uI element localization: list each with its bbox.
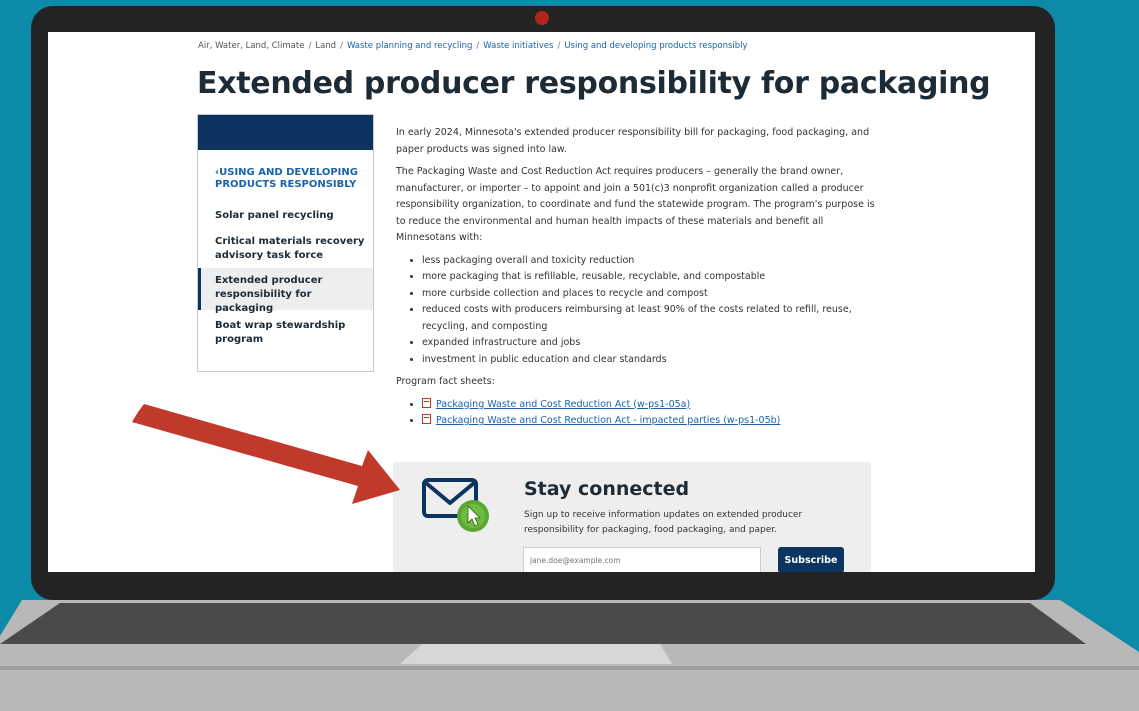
act-description-paragraph: The Packaging Waste and Cost Reduction A… (396, 166, 875, 243)
list-item: more packaging that is refillable, reusa… (422, 269, 876, 286)
stay-connected-panel: Stay connected Sign up to receive inform… (393, 462, 871, 572)
list-item: reduced costs with producers reimbursing… (422, 302, 876, 335)
sidenav-item-solar-panel-recycling[interactable]: Solar panel recycling (198, 209, 373, 223)
subscribe-button[interactable]: Subscribe (778, 547, 844, 572)
list-item: less packaging overall and toxicity redu… (422, 253, 876, 270)
benefits-list: less packaging overall and toxicity redu… (396, 253, 876, 369)
fact-sheet-link[interactable]: Packaging Waste and Cost Reduction Act -… (436, 415, 780, 426)
laptop-keyboard-base (0, 600, 1139, 711)
stay-connected-title: Stay connected (524, 478, 690, 500)
breadcrumb-link[interactable]: Waste planning and recycling (347, 41, 472, 51)
sidenav-item-boat-wrap[interactable]: Boat wrap stewardship program (198, 319, 373, 347)
list-item: Packaging Waste and Cost Reduction Act -… (422, 413, 876, 430)
list-item: expanded infrastructure and jobs (422, 335, 876, 352)
list-item: more curbside collection and places to r… (422, 286, 876, 303)
page-title: Extended producer responsibility for pac… (197, 66, 991, 101)
breadcrumb-separator: / (340, 41, 343, 51)
email-input[interactable] (523, 547, 761, 572)
breadcrumb-link[interactable]: Waste initiatives (483, 41, 553, 51)
side-navigation: ‹USING AND DEVELOPING PRODUCTS RESPONSIB… (197, 114, 374, 372)
intro-paragraph: In early 2024, Minnesota's extended prod… (396, 127, 870, 155)
envelope-cursor-icon (422, 478, 489, 532)
breadcrumb: Air, Water, Land, Climate / Land / Waste pla… (198, 41, 748, 51)
breadcrumb-separator: / (476, 41, 480, 51)
sidenav-item-extended-producer-responsibility[interactable]: Extended producer responsibility for pac… (198, 268, 373, 314)
sidenav-item-critical-materials[interactable]: Critical materials recovery advisory tas… (198, 235, 373, 263)
fact-sheets-label: Program fact sheets: (396, 376, 495, 387)
breadcrumb-separator: / (308, 41, 312, 51)
sidenav-header-bar (198, 115, 373, 150)
breadcrumb-link[interactable]: Using and developing products responsibl… (564, 41, 747, 51)
breadcrumb-separator: / (557, 41, 561, 51)
webcam-indicator (535, 11, 549, 25)
breadcrumb-item[interactable]: Land (315, 41, 336, 51)
breadcrumb-item[interactable]: Air, Water, Land, Climate (198, 41, 304, 51)
list-item: investment in public education and clear… (422, 352, 876, 369)
fact-sheet-link[interactable]: Packaging Waste and Cost Reduction Act (… (436, 399, 690, 410)
stay-connected-description: Sign up to receive information updates o… (524, 510, 803, 535)
list-item: Packaging Waste and Cost Reduction Act (… (422, 397, 876, 414)
fact-sheets-list: Packaging Waste and Cost Reduction Act (… (396, 397, 876, 430)
sidenav-parent-link[interactable]: ‹USING AND DEVELOPING PRODUCTS RESPONSIB… (215, 167, 365, 191)
main-content: In early 2024, Minnesota's extended prod… (396, 125, 876, 436)
red-pointer-arrow-icon (132, 404, 400, 504)
